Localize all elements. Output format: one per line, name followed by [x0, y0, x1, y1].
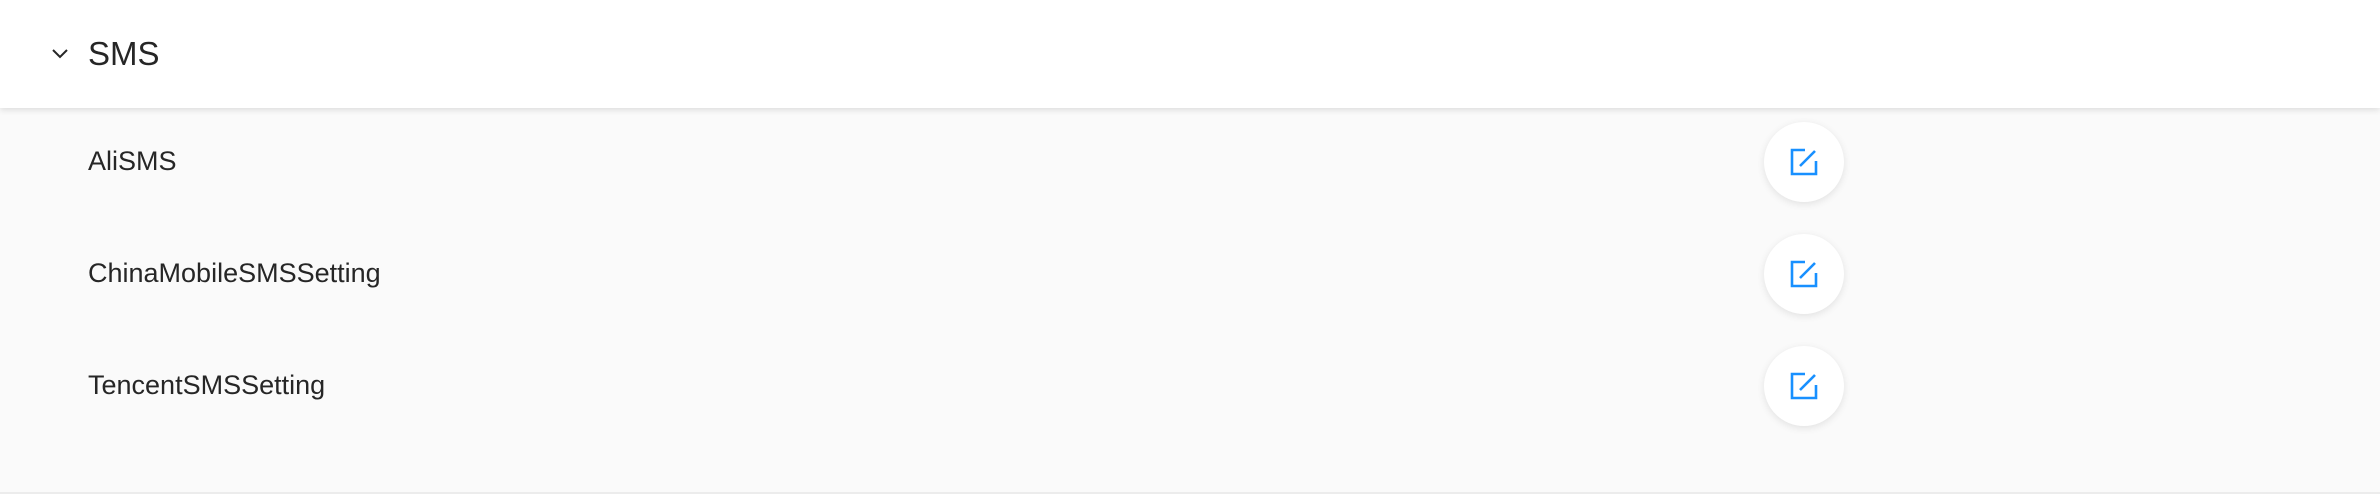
edit-icon: [1790, 148, 1818, 176]
section-title: SMS: [88, 35, 160, 72]
chevron-down-icon: [52, 49, 68, 59]
sms-collapse-panel: SMS AliSMS ChinaMobileSMSSetting Tencent…: [0, 0, 2380, 496]
edit-tencent-button[interactable]: [1764, 346, 1844, 426]
sms-section-header[interactable]: SMS: [0, 0, 2380, 108]
sms-settings-list: AliSMS ChinaMobileSMSSetting TencentSMSS…: [0, 108, 2380, 494]
list-item-tencent: TencentSMSSetting: [0, 332, 2380, 444]
edit-chinamobile-button[interactable]: [1764, 234, 1844, 314]
edit-icon: [1790, 372, 1818, 400]
list-item-chinamobile: ChinaMobileSMSSetting: [0, 220, 2380, 332]
edit-alisms-button[interactable]: [1764, 122, 1844, 202]
edit-icon: [1790, 260, 1818, 288]
list-item-label: AliSMS: [88, 146, 177, 176]
list-item-label: TencentSMSSetting: [88, 370, 326, 400]
list-item-alisms: AliSMS: [0, 108, 2380, 220]
list-item-label: ChinaMobileSMSSetting: [88, 258, 381, 288]
